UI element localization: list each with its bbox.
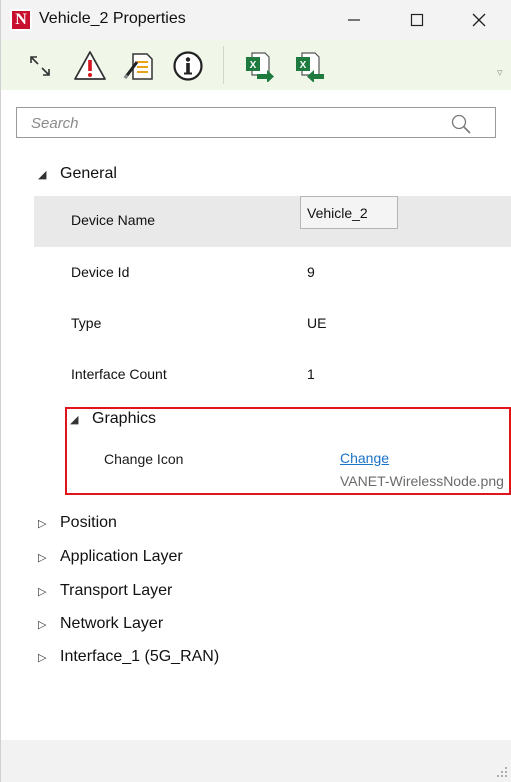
- search-icon[interactable]: [450, 113, 472, 135]
- expand-collapse-button[interactable]: [22, 48, 58, 84]
- prop-name: Type: [71, 315, 102, 331]
- section-label: Position: [60, 514, 117, 531]
- warning-icon: [74, 51, 106, 80]
- collapsed-triangle-icon[interactable]: ▷: [38, 618, 50, 631]
- minimize-icon: [348, 19, 360, 21]
- section-graphics[interactable]: ◢ Graphics: [70, 410, 156, 428]
- section-general-label: General: [60, 165, 117, 182]
- change-icon-label: Change Icon: [104, 451, 184, 467]
- info-icon: [173, 51, 203, 81]
- import-excel-button[interactable]: X: [291, 48, 327, 84]
- collapsed-triangle-icon[interactable]: ▷: [38, 651, 50, 664]
- maximize-icon: [410, 13, 424, 27]
- prop-row-type[interactable]: Type UE: [34, 299, 511, 350]
- expanded-triangle-icon[interactable]: ◢: [70, 413, 82, 426]
- collapsed-triangle-icon[interactable]: ▷: [38, 585, 50, 598]
- section-transport-layer[interactable]: ▷ Transport Layer: [38, 582, 172, 600]
- prop-value: 1: [307, 366, 315, 382]
- export-excel-button[interactable]: X: [241, 48, 277, 84]
- section-network-layer[interactable]: ▷ Network Layer: [38, 615, 163, 633]
- expanded-triangle-icon[interactable]: ◢: [38, 168, 50, 181]
- toolbar-overflow-icon[interactable]: ▿: [497, 66, 503, 79]
- prop-row-device-name[interactable]: Device Name Vehicle_2: [34, 196, 511, 247]
- expand-collapse-icon: [30, 56, 50, 76]
- edit-document-icon: [123, 53, 153, 80]
- minimize-button[interactable]: [324, 0, 384, 40]
- properties-window: N Vehicle_2 Properties X X ▿ Search ◢ Ge…: [0, 0, 511, 782]
- collapsed-triangle-icon[interactable]: ▷: [38, 551, 50, 564]
- search-box[interactable]: [16, 107, 496, 138]
- status-bar: [1, 740, 511, 782]
- resize-grip-icon[interactable]: [496, 766, 508, 778]
- excel-export-icon: X: [246, 52, 274, 82]
- section-general[interactable]: ◢ General: [38, 165, 117, 183]
- section-label: Application Layer: [60, 548, 183, 565]
- section-position[interactable]: ▷ Position: [38, 514, 117, 532]
- device-name-field[interactable]: Vehicle_2: [300, 196, 398, 229]
- maximize-button[interactable]: [387, 0, 447, 40]
- collapsed-triangle-icon[interactable]: ▷: [38, 517, 50, 530]
- svg-text:X: X: [300, 60, 307, 71]
- section-interface-1[interactable]: ▷ Interface_1 (5G_RAN): [38, 648, 219, 666]
- search-input[interactable]: [31, 114, 431, 132]
- window-title: Vehicle_2 Properties: [39, 10, 186, 27]
- prop-name: Interface Count: [71, 366, 167, 382]
- svg-text:X: X: [250, 60, 257, 71]
- excel-import-icon: X: [296, 52, 324, 82]
- section-application-layer[interactable]: ▷ Application Layer: [38, 548, 183, 566]
- prop-value: UE: [307, 315, 327, 331]
- close-button[interactable]: [449, 0, 509, 40]
- section-graphics-label: Graphics: [92, 410, 157, 427]
- app-logo: N: [10, 9, 32, 31]
- section-label: Transport Layer: [60, 582, 173, 599]
- warning-button[interactable]: [72, 48, 108, 84]
- prop-row-interface-count[interactable]: Interface Count 1: [34, 350, 511, 401]
- info-button[interactable]: [170, 48, 206, 84]
- prop-name: Device Name: [71, 212, 156, 228]
- prop-row-device-id[interactable]: Device Id 9: [34, 248, 511, 299]
- toolbar: X X ▿: [1, 40, 511, 90]
- close-icon: [472, 13, 486, 27]
- title-bar[interactable]: N Vehicle_2 Properties: [1, 0, 511, 40]
- edit-document-button[interactable]: [121, 48, 157, 84]
- icon-filename: VANET-WirelessNode.png: [340, 473, 504, 489]
- section-label: Interface_1 (5G_RAN): [60, 648, 220, 665]
- change-icon-link[interactable]: Change: [340, 450, 389, 466]
- prop-name: Device Id: [71, 264, 130, 280]
- toolbar-separator: [223, 46, 224, 84]
- section-label: Network Layer: [60, 615, 164, 632]
- prop-value: 9: [307, 264, 315, 280]
